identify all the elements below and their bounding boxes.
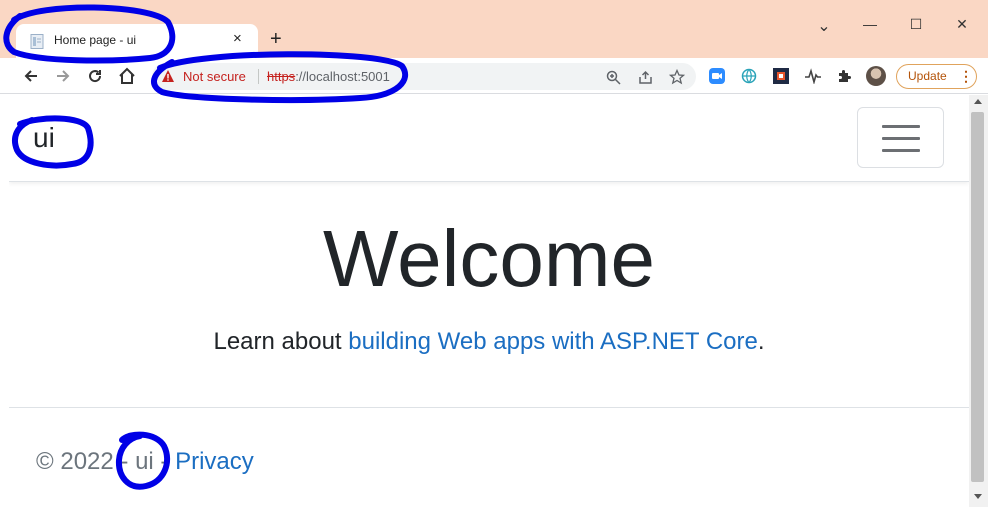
browser-tab-strip: Home page - ui × + ⌄ — ☐ ✕ <box>0 0 988 58</box>
not-secure-label[interactable]: Not secure <box>183 69 246 84</box>
navbar-toggler-button[interactable] <box>857 107 944 168</box>
url-host: ://localhost:5001 <box>295 69 390 84</box>
screen-capture-extension-icon[interactable] <box>772 67 790 85</box>
maximize-button[interactable]: ☐ <box>896 16 936 44</box>
site-footer: © 2022 - ui - Privacy <box>9 407 969 507</box>
tab-search-chevron-icon[interactable]: ⌄ <box>804 16 844 44</box>
lead-paragraph: Learn about building Web apps with ASP.N… <box>9 328 969 356</box>
zoom-video-extension-icon[interactable] <box>708 67 726 85</box>
copyright-text: © 2022 - ui - <box>36 448 176 475</box>
scroll-up-arrow-icon[interactable] <box>974 99 982 104</box>
lead-suffix: . <box>757 328 765 355</box>
aspnet-docs-link[interactable]: building Web apps with ASP.NET Core <box>348 328 758 355</box>
navbar-brand[interactable]: ui <box>33 122 55 154</box>
share-icon[interactable] <box>636 68 654 86</box>
pulse-extension-icon[interactable] <box>804 67 822 85</box>
back-button[interactable] <box>19 64 43 88</box>
hamburger-icon-bar <box>882 137 920 140</box>
forward-button[interactable] <box>51 64 75 88</box>
update-button[interactable]: Update ⋮ <box>896 64 977 89</box>
extensions-puzzle-icon[interactable] <box>836 67 854 85</box>
scroll-thumb[interactable] <box>971 112 984 482</box>
lead-prefix: Learn about <box>213 328 349 355</box>
hamburger-icon-bar <box>882 149 920 152</box>
update-label: Update <box>908 69 947 83</box>
hamburger-icon-bar <box>882 125 920 128</box>
home-button[interactable] <box>115 64 139 88</box>
warning-icon <box>162 70 174 82</box>
page-viewport: ui Welcome Learn about building Web apps… <box>9 95 969 507</box>
zoom-icon[interactable] <box>604 68 622 86</box>
site-navbar: ui <box>9 95 969 182</box>
footer-text: © 2022 - ui - Privacy <box>36 448 254 476</box>
menu-kebab-icon[interactable]: ⋮ <box>959 68 973 85</box>
tab-title: Home page - ui <box>54 33 137 47</box>
new-tab-button[interactable]: + <box>270 28 282 51</box>
scroll-down-arrow-icon[interactable] <box>974 494 982 499</box>
browser-tab-home[interactable]: Home page - ui × <box>16 24 258 58</box>
arrow-right-icon <box>57 70 70 82</box>
reload-icon <box>89 70 102 83</box>
profile-avatar[interactable] <box>866 66 886 86</box>
reload-button[interactable] <box>83 64 107 88</box>
minimize-button[interactable]: — <box>850 16 890 44</box>
document-icon <box>30 34 44 49</box>
tab-close-icon[interactable]: × <box>233 30 242 47</box>
welcome-heading: Welcome <box>323 214 655 303</box>
privacy-link[interactable]: Privacy <box>175 448 254 475</box>
bookmark-star-icon[interactable] <box>668 68 686 86</box>
arrow-left-icon <box>24 70 37 82</box>
browser-toolbar: Not secure https://localhost:5001 Update… <box>0 58 988 94</box>
url-scheme: https <box>267 69 296 84</box>
address-bar[interactable]: Not secure https://localhost:5001 <box>152 63 696 90</box>
home-icon <box>119 67 135 84</box>
globe-extension-icon[interactable] <box>740 67 758 85</box>
omnibox-divider <box>258 69 259 84</box>
url-text[interactable]: https://localhost:5001 <box>267 69 390 84</box>
vertical-scrollbar[interactable] <box>969 95 988 507</box>
close-window-button[interactable]: ✕ <box>942 16 982 44</box>
